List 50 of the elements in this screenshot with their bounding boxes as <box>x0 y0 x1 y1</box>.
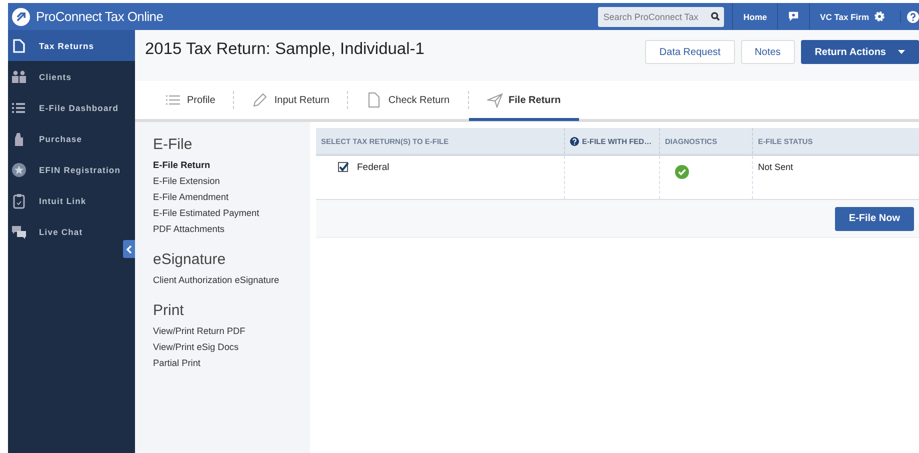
help-icon[interactable] <box>570 136 579 146</box>
document-icon <box>366 92 382 108</box>
gear-icon <box>874 11 885 22</box>
nav-link[interactable]: View/Print Return PDF <box>153 323 310 339</box>
document-icon <box>11 38 27 54</box>
tab[interactable]: Input Return <box>234 82 348 120</box>
sidebar-item[interactable]: E-File Dashboard <box>8 92 135 123</box>
return-actions-button[interactable]: Return Actions <box>800 40 919 64</box>
logo-icon <box>12 8 30 26</box>
pencil-icon <box>252 92 268 108</box>
nav-link[interactable]: E-File Extension <box>153 173 310 189</box>
nav-link[interactable]: View/Print eSig Docs <box>153 339 310 355</box>
app-title: ProConnect Tax Online <box>36 9 164 24</box>
section-heading: eSignature <box>153 251 227 268</box>
status-text: Not Sent <box>758 162 794 172</box>
tab[interactable]: Profile <box>147 82 234 120</box>
checkbox[interactable] <box>338 162 348 172</box>
nav-link[interactable]: E-File Return <box>153 157 310 173</box>
e-file-now-button[interactable]: E-File Now <box>834 206 914 230</box>
header-button[interactable]: Data Request <box>645 40 735 64</box>
return-name: Federal <box>357 162 390 173</box>
search-icon <box>710 12 720 21</box>
speech-bubble-icon <box>788 11 800 22</box>
search-button[interactable] <box>706 6 724 26</box>
tab[interactable]: Check Return <box>348 82 468 120</box>
paper-plane-icon <box>486 92 503 108</box>
sidebar-item[interactable]: Tax Returns <box>8 30 135 61</box>
chat-icon <box>11 224 27 240</box>
nav-link[interactable]: Client Authorization eSignature <box>153 272 310 288</box>
sidebar-item[interactable]: EFIN Registration <box>8 154 135 185</box>
help-icon[interactable] <box>900 10 919 22</box>
sidebar-item[interactable]: Purchase <box>8 123 135 154</box>
collapse-button[interactable] <box>123 240 135 258</box>
search-field[interactable]: Search ProConnect Tax <box>598 6 706 26</box>
page-title: 2015 Tax Return: Sample, Individual-1 <box>145 40 424 59</box>
sidebar-item[interactable]: Live Chat <box>8 216 135 247</box>
nav-link[interactable]: E-File Amendment <box>153 189 310 205</box>
sidebar-item[interactable]: Intuit Link <box>8 185 135 216</box>
nav-link[interactable]: Partial Print <box>153 355 310 371</box>
caret-icon <box>898 50 905 54</box>
nav-link[interactable]: PDF Attachments <box>153 221 310 237</box>
sidebar-item[interactable]: Clients <box>8 61 135 92</box>
people-icon <box>11 68 27 84</box>
section-heading: Print <box>153 302 185 319</box>
nav-link[interactable]: E-File Estimated Payment <box>153 205 310 221</box>
header-button[interactable]: Notes <box>740 40 795 64</box>
chevron-left-icon <box>126 244 132 254</box>
section-heading: E-File <box>153 136 194 153</box>
tab[interactable]: File Return <box>468 82 579 120</box>
clipboard-icon <box>11 192 27 208</box>
